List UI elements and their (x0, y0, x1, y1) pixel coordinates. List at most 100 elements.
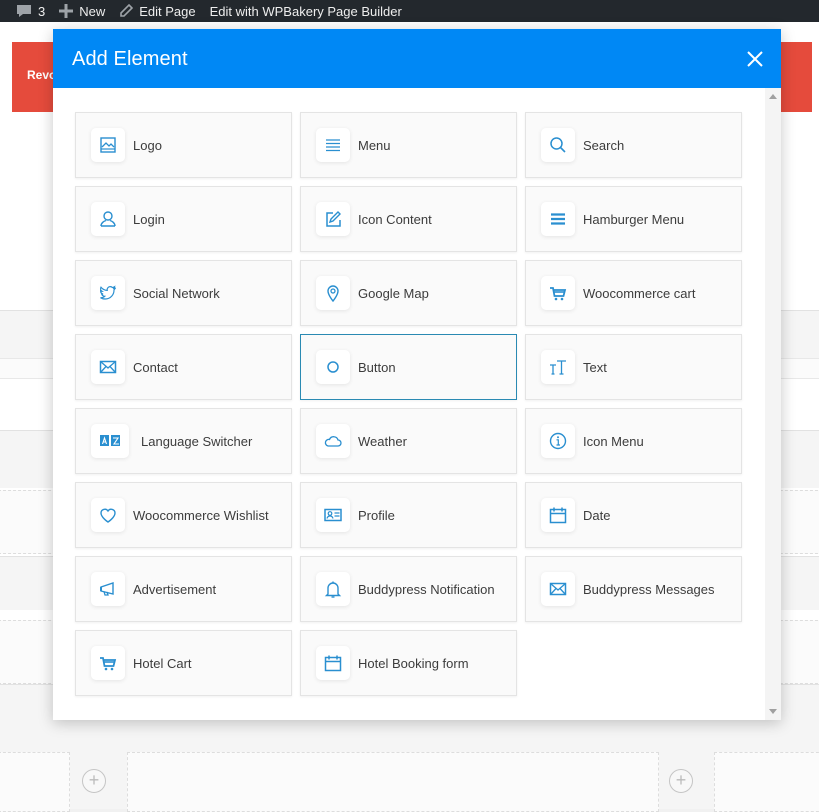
modal-title: Add Element (72, 48, 188, 70)
circle-icon (327, 361, 339, 373)
element-label: Menu (358, 137, 391, 153)
element-card-search[interactable]: Search (525, 112, 742, 178)
banner-text: Revo (27, 68, 57, 82)
wpbakery-label: Edit with WPBakery Page Builder (209, 3, 402, 19)
element-icon-box (91, 646, 125, 680)
element-icon-box (316, 128, 350, 162)
element-label: Buddypress Messages (583, 581, 715, 597)
element-icon-box (91, 202, 125, 236)
envelope-icon (549, 582, 567, 596)
element-grid: Logo Menu Search Login Icon Content Hamburger… (75, 112, 742, 696)
twitter-icon (99, 285, 117, 300)
element-card-logo[interactable]: Logo (75, 112, 292, 178)
element-icon-box (316, 276, 350, 310)
element-icon-box (91, 572, 125, 606)
add-element-button[interactable]: + (669, 769, 693, 793)
element-icon-box (91, 128, 125, 162)
element-label: Profile (358, 507, 395, 523)
wpbakery-link[interactable]: Edit with WPBakery Page Builder (203, 0, 409, 22)
modal-header: Add Element (53, 29, 781, 88)
element-icon-box (316, 350, 350, 384)
element-label: Advertisement (133, 581, 217, 597)
element-card-date[interactable]: Date (525, 482, 742, 548)
element-icon-box (91, 276, 125, 310)
element-card-advertisement[interactable]: Advertisement (75, 556, 292, 622)
element-card-woocommerce-cart[interactable]: Woocommerce cart (525, 260, 742, 326)
element-card-woocommerce-wishlist[interactable]: Woocommerce Wishlist (75, 482, 292, 548)
builder-column (714, 752, 819, 812)
element-card-icon-content[interactable]: Icon Content (300, 186, 517, 252)
element-card-text[interactable]: Text (525, 334, 742, 400)
new-content-link[interactable]: New (52, 0, 112, 22)
element-card-login[interactable]: Login (75, 186, 292, 252)
modal-body: Logo Menu Search Login Icon Content Hamburger… (53, 88, 765, 720)
id-card-icon (324, 508, 342, 522)
calendar-icon (549, 507, 567, 524)
cloud-icon (324, 436, 342, 447)
plus-icon (59, 4, 74, 18)
element-label: Logo (133, 137, 162, 153)
translate-icon (100, 435, 120, 446)
comments-link[interactable]: 3 (0, 0, 52, 22)
element-icon-box (316, 646, 350, 680)
element-icon-box (91, 424, 129, 458)
edit-icon (326, 211, 341, 227)
user-icon (100, 211, 116, 227)
element-card-contact[interactable]: Contact (75, 334, 292, 400)
text-size-icon (550, 360, 566, 375)
element-card-language-switcher[interactable]: Language Switcher (75, 408, 292, 474)
hamburger-icon (551, 213, 565, 225)
element-label: Icon Content (358, 211, 432, 227)
element-card-icon-menu[interactable]: Icon Menu (525, 408, 742, 474)
element-icon-box (316, 572, 350, 606)
element-card-buddypress-notification[interactable]: Buddypress Notification (300, 556, 517, 622)
builder-column (127, 752, 659, 812)
heart-icon (100, 508, 116, 523)
element-icon-box (91, 350, 125, 384)
element-label: Contact (133, 359, 178, 375)
bell-icon (324, 581, 342, 598)
element-card-hotel-cart[interactable]: Hotel Cart (75, 630, 292, 696)
element-icon-box (91, 498, 125, 532)
element-card-weather[interactable]: Weather (300, 408, 517, 474)
map-pin-icon (327, 285, 339, 303)
cart-icon (550, 287, 567, 301)
element-label: Hamburger Menu (583, 211, 685, 227)
element-icon-box (541, 276, 575, 310)
element-card-button[interactable]: Button (300, 334, 517, 400)
element-card-hamburger-menu[interactable]: Hamburger Menu (525, 186, 742, 252)
add-element-modal: Add Element Logo Menu Search Login Icon Cont… (53, 29, 781, 720)
element-icon-box (541, 572, 575, 606)
element-label: Weather (358, 433, 407, 449)
element-icon-box (541, 424, 575, 458)
scroll-up-arrow[interactable] (769, 94, 777, 99)
edit-page-link[interactable]: Edit Page (112, 0, 202, 22)
element-label: Date (583, 507, 611, 523)
pencil-icon (120, 4, 134, 17)
edit-page-label: Edit Page (139, 3, 196, 19)
scroll-down-arrow[interactable] (769, 709, 777, 714)
element-label: Social Network (133, 285, 220, 301)
element-label: Search (583, 137, 625, 153)
element-icon-box (541, 498, 575, 532)
calendar-icon (324, 655, 342, 672)
element-card-buddypress-messages[interactable]: Buddypress Messages (525, 556, 742, 622)
element-card-social-network[interactable]: Social Network (75, 260, 292, 326)
element-card-menu[interactable]: Menu (300, 112, 517, 178)
menu-lines-icon (326, 139, 340, 152)
element-label: Login (133, 211, 165, 227)
builder-column (0, 752, 70, 812)
new-label: New (79, 3, 106, 19)
modal-scrollbar[interactable] (765, 88, 781, 720)
element-label: Language Switcher (141, 433, 253, 449)
close-icon[interactable] (745, 49, 765, 69)
comment-icon (17, 5, 31, 17)
element-card-google-map[interactable]: Google Map (300, 260, 517, 326)
add-element-button[interactable]: + (82, 769, 106, 793)
element-label: Icon Menu (583, 433, 644, 449)
element-label: Google Map (358, 285, 429, 301)
element-card-hotel-booking-form[interactable]: Hotel Booking form (300, 630, 517, 696)
element-label: Button (358, 359, 396, 375)
info-icon (549, 432, 567, 450)
element-card-profile[interactable]: Profile (300, 482, 517, 548)
